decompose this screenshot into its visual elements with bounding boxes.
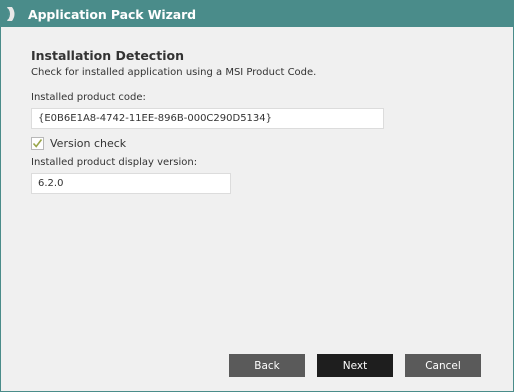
back-button[interactable]: Back — [229, 354, 305, 377]
checkmark-icon — [32, 139, 43, 148]
display-version-input[interactable]: 6.2.0 — [31, 173, 231, 194]
section-title: Installation Detection — [31, 48, 184, 63]
product-code-label: Installed product code: — [31, 92, 146, 103]
display-version-label: Installed product display version: — [31, 157, 198, 168]
app-logo-icon — [5, 5, 19, 23]
version-check-row[interactable]: Version check — [31, 137, 126, 150]
next-button[interactable]: Next — [317, 354, 393, 377]
section-description: Check for installed application using a … — [31, 67, 317, 78]
cancel-button[interactable]: Cancel — [405, 354, 481, 377]
version-check-checkbox[interactable] — [31, 137, 44, 150]
wizard-window: Application Pack Wizard Installation Det… — [0, 0, 514, 392]
version-check-label: Version check — [50, 137, 127, 150]
product-code-input[interactable]: {E0B6E1A8-4742-11EE-896B-000C290D5134} — [31, 108, 384, 129]
window-title: Application Pack Wizard — [28, 6, 197, 22]
title-bar: Application Pack Wizard — [1, 1, 513, 27]
